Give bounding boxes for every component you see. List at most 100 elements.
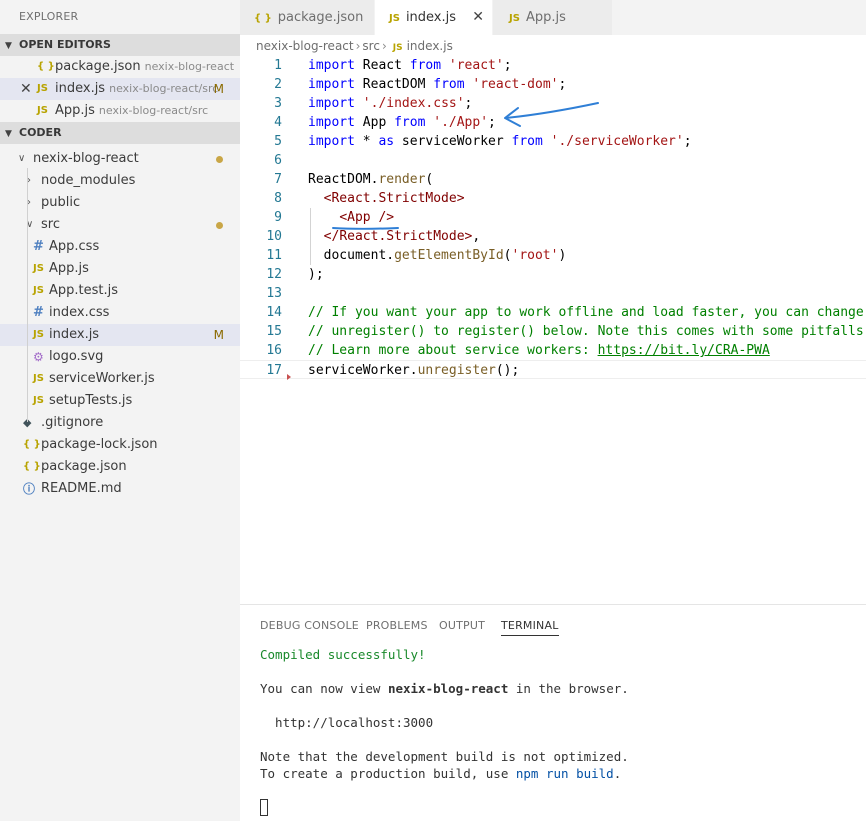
json-icon: { }	[37, 61, 55, 72]
terminal-view-line: You can now view nexix-blog-react in the…	[260, 681, 629, 696]
line-number: 13	[266, 286, 282, 301]
line-number: 4	[274, 115, 282, 130]
terminal-url-line[interactable]: http://localhost:3000	[260, 715, 433, 730]
line-number: 9	[274, 210, 282, 225]
js-icon: JS	[33, 373, 44, 384]
line-number: 6	[274, 153, 282, 168]
code-line: 9 <App />	[240, 208, 866, 227]
terminal-text: in the browser.	[508, 681, 629, 696]
file-name: package.json	[41, 459, 127, 474]
code-line: 4 import App from './App';	[240, 113, 866, 132]
terminal-app-name: nexix-blog-react	[387, 681, 509, 696]
code-line: 8 <React.StrictMode>	[240, 189, 866, 208]
chevron-right-icon: ›	[381, 39, 387, 53]
open-editors-label: OPEN EDITORS	[19, 38, 111, 51]
open-editor-name: index.js	[55, 81, 106, 96]
breadcrumb-folder[interactable]: src	[362, 39, 380, 53]
chevron-down-icon: ∨	[18, 153, 26, 164]
file-name: index.js	[49, 327, 100, 342]
code-editor[interactable]: 1 import React from 'react'; 2 import Reac…	[240, 56, 866, 604]
terminal-build-line: To create a production build, use npm ru…	[260, 766, 621, 781]
code-line: 10 </React.StrictMode>,	[240, 227, 866, 246]
line-number: 7	[274, 172, 282, 187]
file-name: README.md	[41, 481, 122, 496]
open-editor-path: nexix-blog-react/src	[109, 82, 219, 95]
file-gitignore[interactable]: ◆ .gitignore	[0, 412, 240, 434]
json-icon: { }	[254, 13, 272, 24]
file-app-js[interactable]: JS App.js	[0, 258, 240, 280]
file-name: logo.svg	[49, 349, 104, 364]
modified-badge: M	[213, 82, 224, 96]
indent-guide	[310, 208, 311, 265]
file-package-lock-json[interactable]: { } package-lock.json	[0, 434, 240, 456]
file-app-css[interactable]: # App.css	[0, 236, 240, 258]
js-icon: JS	[509, 13, 520, 24]
js-icon: JS	[33, 329, 44, 340]
file-name: App.test.js	[49, 283, 119, 298]
file-package-json[interactable]: { } package.json	[0, 456, 240, 478]
file-name: index.css	[49, 305, 110, 320]
open-editor-index-js[interactable]: ✕ JS index.js nexix-blog-react/src M	[0, 78, 240, 100]
close-icon[interactable]: ✕	[20, 78, 32, 100]
folder-name: public	[41, 195, 81, 210]
css-icon: #	[33, 305, 44, 320]
file-readme-md[interactable]: ⓘ README.md	[0, 478, 240, 500]
tab-app-js[interactable]: JS App.js	[493, 0, 613, 35]
file-name: .gitignore	[41, 415, 104, 430]
open-editor-package-json[interactable]: { } package.json nexix-blog-react	[0, 56, 240, 78]
open-editors-header[interactable]: ▼ OPEN EDITORS	[0, 34, 240, 56]
folder-src[interactable]: ∨ src	[0, 214, 240, 236]
line-number: 8	[274, 191, 282, 206]
file-app-test-js[interactable]: JS App.test.js	[0, 280, 240, 302]
open-editor-app-js[interactable]: JS App.js nexix-blog-react/src	[0, 100, 240, 122]
code-line-current: 17 serviceWorker.unregister();	[240, 360, 866, 379]
editor-tab-bar: { } package.json JS index.js ✕ JS App.js	[240, 0, 866, 35]
js-icon: JS	[389, 13, 400, 24]
folder-public[interactable]: › public	[0, 192, 240, 214]
terminal-cursor[interactable]	[260, 799, 268, 816]
open-editor-path: nexix-blog-react/src	[98, 104, 209, 117]
tab-label: index.js	[405, 10, 457, 25]
file-name: App.js	[49, 261, 89, 276]
file-name: serviceWorker.js	[49, 371, 155, 386]
image-icon: ⚙	[33, 350, 44, 364]
breadcrumb-project[interactable]: nexix-blog-react	[256, 39, 354, 53]
line-number: 5	[274, 134, 282, 149]
code-line: 15// unregister() to register() below. N…	[240, 322, 866, 341]
code-line: 3 import './index.css';	[240, 94, 866, 113]
open-editor-name: package.json	[55, 59, 141, 74]
tab-debug-console[interactable]: DEBUG CONSOLE	[260, 619, 359, 632]
file-logo-svg[interactable]: ⚙ logo.svg	[0, 346, 240, 368]
tab-label: App.js	[525, 10, 566, 25]
tab-output[interactable]: OUTPUT	[439, 619, 485, 632]
workspace-header[interactable]: ▼ CODER	[0, 122, 240, 144]
file-index-css[interactable]: # index.css	[0, 302, 240, 324]
js-icon: JS	[33, 395, 44, 406]
chevron-down-icon: ▼	[5, 129, 12, 139]
file-setup-tests-js[interactable]: JS setupTests.js	[0, 390, 240, 412]
json-icon: { }	[23, 439, 41, 450]
folder-node-modules[interactable]: › node_modules	[0, 170, 240, 192]
code-line: 13	[240, 284, 866, 303]
code-line: 2 import ReactDOM from 'react-dom';	[240, 75, 866, 94]
tab-label: package.json	[277, 10, 364, 25]
tab-terminal[interactable]: TERMINAL	[501, 619, 559, 636]
bottom-panel: DEBUG CONSOLE PROBLEMS OUTPUT TERMINAL C…	[240, 604, 866, 821]
folder-project[interactable]: ∨ nexix-blog-react	[0, 148, 240, 170]
terminal-note-line: Note that the development build is not o…	[260, 749, 629, 764]
code-line: 6	[240, 151, 866, 170]
chevron-down-icon: ▼	[5, 41, 12, 51]
js-icon: JS	[33, 263, 44, 274]
close-icon[interactable]: ✕	[472, 0, 484, 35]
file-index-js[interactable]: JS index.js M	[0, 324, 240, 346]
line-number: 15	[266, 324, 282, 339]
tab-package-json[interactable]: { } package.json	[240, 0, 375, 35]
open-editor-path: nexix-blog-react	[144, 60, 235, 73]
js-icon: JS	[37, 83, 48, 94]
tab-problems[interactable]: PROBLEMS	[366, 619, 428, 632]
line-number: 17	[266, 363, 282, 378]
tab-index-js[interactable]: JS index.js ✕	[375, 0, 493, 35]
breadcrumb-file[interactable]: index.js	[407, 39, 453, 53]
modified-dot	[216, 156, 223, 163]
file-service-worker-js[interactable]: JS serviceWorker.js	[0, 368, 240, 390]
